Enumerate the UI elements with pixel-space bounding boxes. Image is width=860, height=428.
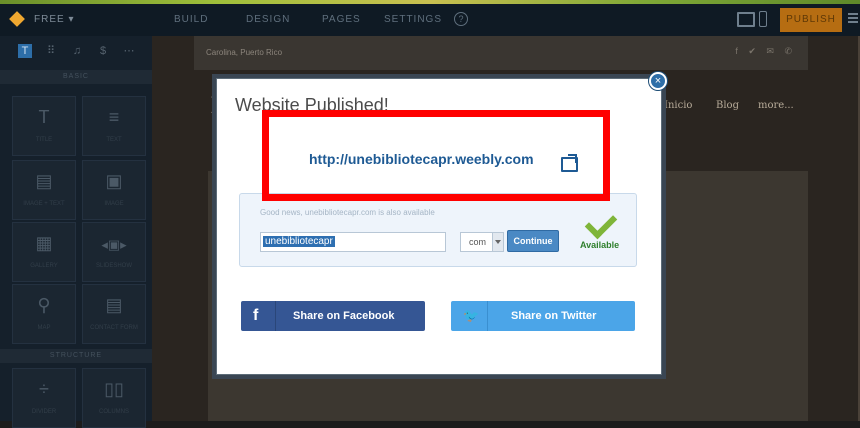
element-title[interactable]: T TITLE [12, 96, 76, 156]
domain-input[interactable]: unebibliotecapr [260, 232, 446, 252]
tile-label: CONTACT FORM [90, 325, 138, 331]
domain-hint: Good news, unebibliotecapr.com is also a… [260, 208, 435, 217]
site-header-bar: Carolina, Puerto Rico f ✔ ✉ ✆ [194, 36, 808, 70]
tab-media[interactable]: ♫ [70, 44, 84, 58]
available-label: Available [580, 240, 620, 250]
tile-label: TEXT [106, 137, 122, 143]
tab-basic[interactable]: T [18, 44, 32, 58]
element-columns[interactable]: ▯▯ COLUMNS [82, 368, 146, 428]
elements-sidebar: T ⠿ ♫ $ ⋯ BASIC T TITLE ≡ TEXT ▤ IMAGE + TE… [0, 36, 152, 428]
tab-more[interactable]: ⋯ [122, 44, 136, 58]
divider [487, 301, 488, 331]
image-text-icon: ▤ [35, 171, 53, 191]
slideshow-icon: ◂▣▸ [101, 237, 127, 252]
text-icon: ≡ [108, 107, 120, 127]
contact-form-icon: ▤ [105, 295, 123, 315]
element-map[interactable]: ⚲ MAP [12, 284, 76, 344]
checkmark-icon [584, 206, 618, 240]
menu-icon[interactable] [848, 13, 858, 15]
mobile-view-icon[interactable] [759, 11, 767, 27]
publish-button[interactable]: PUBLISH [780, 8, 842, 32]
domain-input-value[interactable]: unebibliotecapr [263, 236, 335, 247]
facebook-icon: f [253, 307, 259, 324]
close-icon[interactable]: × [649, 72, 667, 90]
site-nav-more[interactable]: more... [758, 100, 794, 111]
element-image[interactable]: ▣ IMAGE [82, 160, 146, 220]
element-divider[interactable]: ÷ DIVIDER [12, 368, 76, 428]
share-twitter-button[interactable]: 🐦 Share on Twitter [451, 301, 635, 331]
social-icons[interactable]: f ✔ ✉ ✆ [735, 46, 796, 57]
element-slideshow[interactable]: ◂▣▸ SLIDESHOW [82, 222, 146, 282]
tab-layout[interactable]: ⠿ [44, 44, 58, 58]
site-title[interactable]: Carolina, Puerto Rico [206, 48, 282, 57]
sidebar-tabs: T ⠿ ♫ $ ⋯ [0, 36, 152, 66]
tld-select[interactable]: com [460, 232, 504, 252]
site-nav-inicio[interactable]: Inicio [664, 100, 692, 111]
plan-dropdown[interactable]: FREE ▾ [34, 14, 74, 25]
facebook-label: Share on Facebook [293, 310, 395, 322]
title-icon: T [38, 107, 50, 127]
tile-label: GALLERY [30, 263, 58, 269]
site-nav-blog[interactable]: Blog [716, 100, 739, 111]
twitter-icon: 🐦 [463, 308, 480, 323]
image-icon: ▣ [105, 171, 123, 191]
columns-icon: ▯▯ [104, 379, 124, 399]
nav-settings[interactable]: SETTINGS [384, 14, 442, 25]
tile-label: COLUMNS [98, 409, 129, 415]
weebly-logo-icon[interactable] [9, 11, 25, 27]
tile-label: IMAGE [104, 201, 124, 207]
tile-label: DIVIDER [31, 409, 57, 415]
help-icon[interactable]: ? [454, 12, 468, 26]
divider-icon: ÷ [39, 379, 49, 399]
tile-label: MAP [37, 325, 51, 331]
tile-label: SLIDESHOW [95, 263, 132, 269]
element-text[interactable]: ≡ TEXT [82, 96, 146, 156]
element-gallery[interactable]: ▦ GALLERY [12, 222, 76, 282]
editor-navbar: FREE ▾ BUILD DESIGN PAGES SETTINGS ? PUB… [0, 4, 860, 36]
nav-pages[interactable]: PAGES [322, 14, 361, 25]
twitter-label: Share on Twitter [511, 310, 597, 322]
desktop-view-icon[interactable] [737, 12, 755, 27]
share-facebook-button[interactable]: f Share on Facebook [241, 301, 425, 331]
red-highlight-box [262, 110, 610, 201]
divider [275, 301, 276, 331]
domain-offer-panel: Good news, unebibliotecapr.com is also a… [239, 193, 637, 267]
chevron-down-icon[interactable] [492, 233, 503, 251]
gallery-icon: ▦ [35, 233, 53, 253]
section-structure-label: STRUCTURE [0, 349, 152, 363]
map-icon: ⚲ [37, 295, 51, 315]
element-contact-form[interactable]: ▤ CONTACT FORM [82, 284, 146, 344]
tile-label: TITLE [35, 137, 53, 143]
element-image-text[interactable]: ▤ IMAGE + TEXT [12, 160, 76, 220]
tab-commerce[interactable]: $ [96, 44, 110, 58]
tld-value: com [469, 237, 487, 247]
nav-build[interactable]: BUILD [174, 14, 208, 25]
nav-design[interactable]: DESIGN [246, 14, 290, 25]
section-basic-label: BASIC [0, 70, 152, 84]
tile-label: IMAGE + TEXT [23, 201, 65, 207]
continue-button[interactable]: Continue [507, 230, 559, 252]
